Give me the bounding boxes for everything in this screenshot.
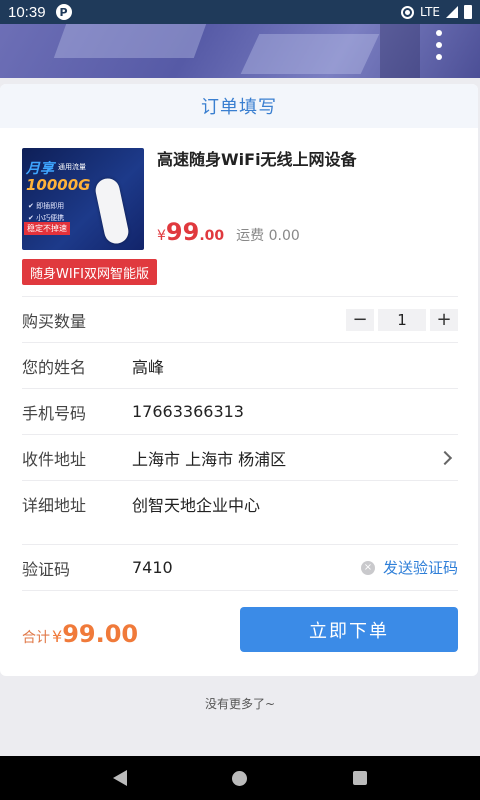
card-header: 订单填写 [0,84,478,128]
price-row: ¥ 99 .00 运费 0.00 [157,218,300,246]
code-label: 验证码 [22,559,71,579]
no-more-text: 没有更多了~ [204,697,276,711]
phone-input[interactable]: 17663366313 [132,402,458,421]
address-row: 详细地址 创智天地企业中心 [22,480,458,526]
divider [22,590,458,591]
order-card: 订单填写 月享 通用流量 10000G ✔ 即插即用 ✔ 小巧便携 稳定不掉速 … [0,84,478,676]
total-symbol: ¥ [52,627,63,646]
name-input[interactable]: 高峰 [132,354,458,378]
code-input[interactable]: 7410 [132,558,361,577]
name-label: 您的姓名 [22,357,87,377]
recent-apps-icon[interactable] [353,771,368,785]
status-time: 10:39 [8,3,46,21]
hotspot-icon [401,5,415,19]
product-title: 高速随身WiFi无线上网设备 [157,150,357,169]
more-menu-icon[interactable] [436,30,442,60]
quantity-stepper: − 1 + [346,308,458,331]
battery-icon [464,5,472,19]
home-icon[interactable] [232,770,248,786]
product-image: 月享 通用流量 10000G ✔ 即插即用 ✔ 小巧便携 稳定不掉速 [22,148,144,250]
back-icon[interactable] [112,770,127,786]
region-row[interactable]: 收件地址 上海市 上海市 杨浦区 [22,434,458,480]
total-value: 99.00 [62,620,139,648]
clear-icon[interactable]: × [360,560,375,575]
phone-row: 手机号码 17663366313 [22,388,458,434]
region-label: 收件地址 [22,449,87,469]
image-text-line1: 月享 [26,161,54,177]
image-badge: 稳定不掉速 [24,222,70,235]
signal-icon [446,6,458,18]
product-tag: 随身WIFI双网智能版 [22,259,157,285]
status-bar: 10:39 P LTE [0,0,480,24]
name-row: 您的姓名 高峰 [22,342,458,388]
page-title: 订单填写 [201,97,277,118]
image-text-line2: 10000G [26,176,91,194]
decrease-button[interactable]: − [346,308,374,331]
address-label: 详细地址 [22,495,87,515]
price-decimal: .00 [199,228,225,244]
notification-p-icon: P [55,4,72,20]
system-nav-bar [0,756,480,800]
quantity-row: 购买数量 − 1 + [22,296,458,342]
status-right: LTE [401,5,472,19]
price-symbol: ¥ [157,228,166,244]
price-integer: 99 [165,218,200,246]
wifi-stick-graphic [93,176,131,246]
quantity-label: 购买数量 [22,311,87,331]
address-input[interactable]: 创智天地企业中心 [132,492,458,516]
network-type: LTE [420,5,440,19]
quantity-input[interactable]: 1 [378,308,426,331]
image-feature-1: ✔ 即插即用 [28,202,65,210]
code-row: 验证码 7410 × 发送验证码 [22,544,458,590]
image-text-line1b: 通用流量 [58,163,86,171]
total-label: 合计 [22,630,50,646]
increase-button[interactable]: + [430,308,458,331]
submit-order-button[interactable]: 立即下单 [240,607,458,652]
region-value[interactable]: 上海市 上海市 杨浦区 [132,446,440,470]
phone-label: 手机号码 [22,403,87,423]
shipping-fee: 运费 0.00 [236,228,300,244]
send-code-button[interactable]: 发送验证码 [383,557,458,578]
chevron-right-icon[interactable] [437,450,453,465]
total-section: 合计 ¥ 99.00 [22,620,138,648]
top-banner-image [0,24,480,78]
image-features: ✔ 即插即用 ✔ 小巧便携 [28,200,64,224]
